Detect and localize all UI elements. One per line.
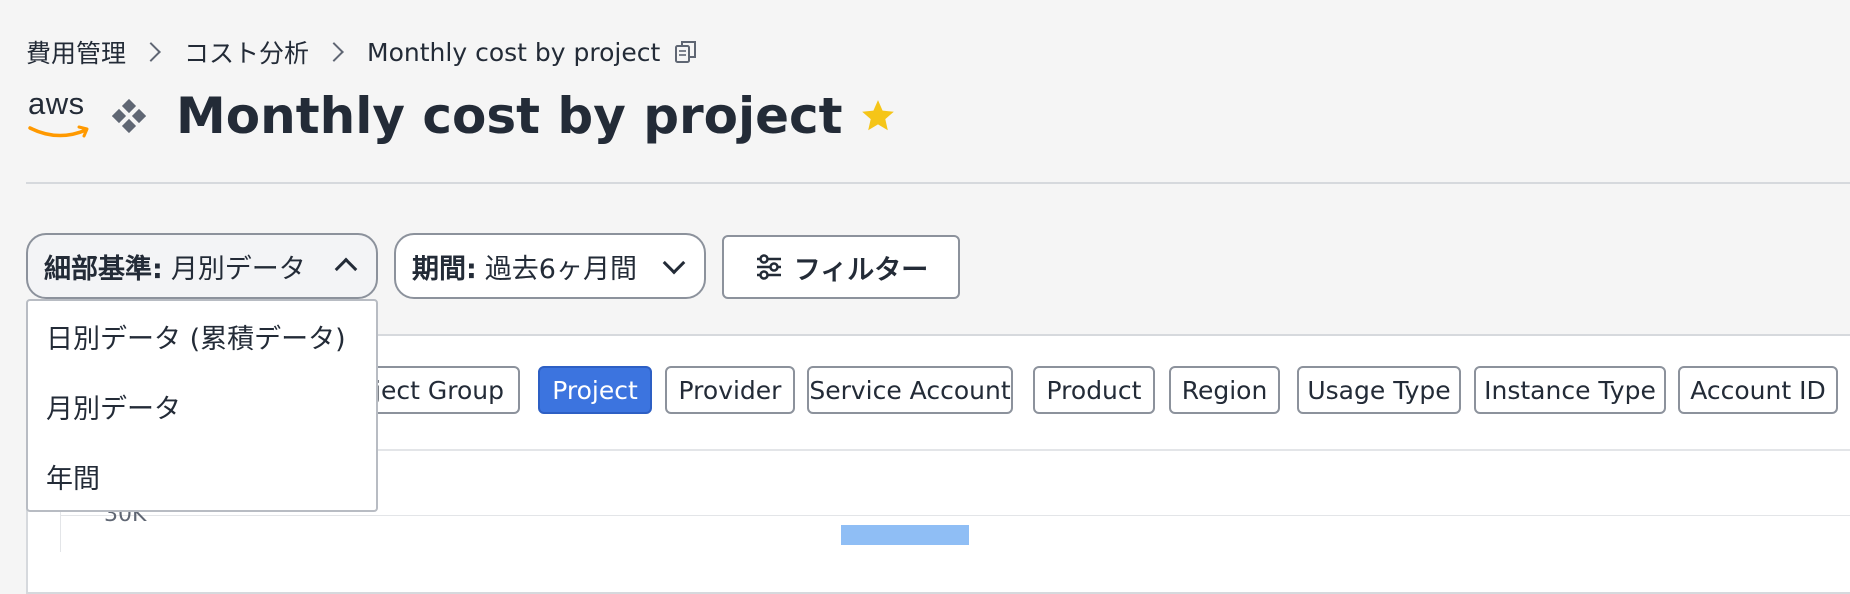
chip-account-id[interactable]: Account ID [1678,366,1838,414]
header-divider [26,182,1850,184]
chip-instance-type[interactable]: Instance Type [1474,366,1666,414]
page-title: Monthly cost by project [176,87,843,145]
period-select[interactable]: 期間: 過去6ヶ月間 [394,233,706,299]
breadcrumb-item-current: Monthly cost by project [367,37,661,67]
title-row: aws Monthly cost by project [26,80,897,152]
chip-usage-type[interactable]: Usage Type [1297,366,1461,414]
filter-sliders-icon [756,254,781,280]
chevron-right-icon [324,42,344,62]
granularity-key: 細部基準: [44,253,163,285]
chevron-right-icon [141,42,161,62]
period-key: 期間: [412,253,477,285]
menu-item-monthly[interactable]: 月別データ [46,387,181,426]
granularity-value: 月別データ [170,253,306,285]
aws-smile-icon [28,125,89,138]
favorite-star-icon[interactable] [859,97,897,135]
chip-provider[interactable]: Provider [665,366,795,414]
chevron-down-icon [662,251,686,275]
menu-item-daily-cumulative[interactable]: 日別データ (累積データ) [46,317,346,356]
chart-bar[interactable] [841,525,969,545]
breadcrumb-item-cost-analysis[interactable]: コスト分析 [184,34,309,70]
chevron-up-icon [334,257,358,281]
chart-gridline [60,515,1850,516]
chip-project[interactable]: Project [538,366,652,414]
granularity-dropdown-menu: 日別データ (累積データ) 月別データ 年間 [26,299,378,512]
chip-service-account[interactable]: Service Account [807,366,1013,414]
filter-button[interactable]: フィルター [722,235,960,299]
menu-item-yearly[interactable]: 年間 [46,457,100,496]
filter-label: フィルター [793,254,929,286]
breadcrumb-item-cost-management[interactable]: 費用管理 [26,34,126,70]
aws-logo: aws [26,86,92,146]
chip-region[interactable]: Region [1169,366,1280,414]
breadcrumb: 費用管理 コスト分析 Monthly cost by project [26,34,700,70]
copy-icon[interactable] [674,39,700,65]
granularity-select[interactable]: 細部基準: 月別データ [26,233,378,299]
aws-logo-text: aws [28,86,85,121]
provider-diamond-icon [112,99,146,133]
chip-product[interactable]: Product [1033,366,1155,414]
period-value: 過去6ヶ月間 [484,253,637,285]
